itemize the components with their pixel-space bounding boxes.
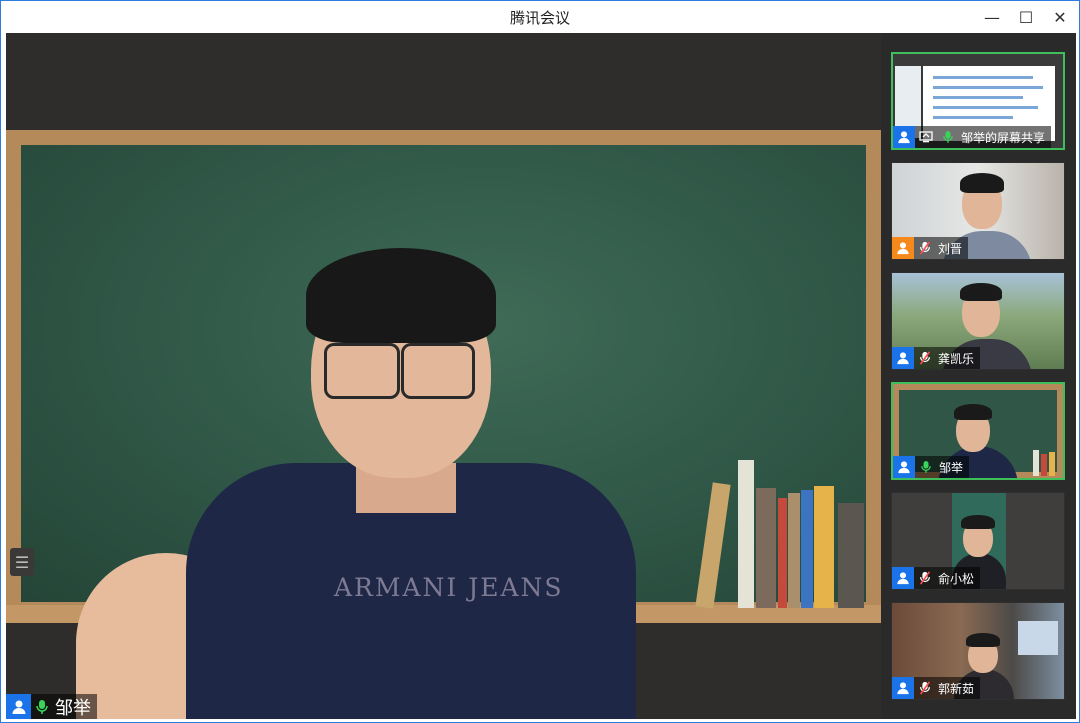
participant-tile-gong-kaile[interactable]: 龚凯乐 bbox=[891, 272, 1065, 370]
person-icon bbox=[892, 677, 914, 699]
screen-share-icon bbox=[915, 125, 937, 148]
mic-muted-icon bbox=[914, 566, 936, 589]
participant-tag: 郭新茹 bbox=[892, 676, 981, 699]
person-icon bbox=[892, 237, 914, 259]
person-icon bbox=[6, 694, 31, 719]
participant-name: 邹举 bbox=[939, 460, 964, 475]
mic-icon bbox=[937, 125, 959, 148]
participant-sidebar: 邹举的屏幕共享 刘晋 龚凯乐 邹举 俞小松 郭新茹 bbox=[881, 33, 1076, 719]
mic-muted-icon bbox=[914, 676, 936, 699]
glasses-right bbox=[401, 343, 475, 399]
main-video[interactable]: ARMANI JEANS ☰ 邹举 bbox=[6, 33, 881, 719]
participant-tag: 邹举的屏幕共享 bbox=[893, 125, 1052, 148]
mic-muted-icon bbox=[914, 236, 936, 259]
participant-tag: 刘晋 bbox=[892, 236, 969, 259]
shirt-text: ARMANI JEANS bbox=[334, 573, 564, 602]
title-bar[interactable]: 腾讯会议 — ☐ ✕ bbox=[1, 1, 1079, 33]
mic-icon bbox=[915, 455, 937, 478]
member-list-toggle-icon[interactable]: ☰ bbox=[10, 548, 34, 576]
participant-tile-screen-share[interactable]: 邹举的屏幕共享 bbox=[891, 52, 1065, 150]
window-title: 腾讯会议 bbox=[509, 9, 570, 27]
meeting-content: ARMANI JEANS ☰ 邹举 邹举的屏幕共享 刘晋 龚凯乐 邹举 俞小松 … bbox=[6, 33, 1076, 719]
maximize-button[interactable]: ☐ bbox=[1011, 5, 1041, 29]
mic-muted-icon bbox=[914, 346, 936, 369]
participant-name: 龚凯乐 bbox=[938, 351, 975, 366]
participant-name: 俞小松 bbox=[938, 571, 975, 586]
person-icon bbox=[893, 456, 915, 478]
participant-tile-guo-xinru[interactable]: 郭新茹 bbox=[891, 602, 1065, 700]
bookshelf bbox=[695, 458, 866, 609]
participant-tile-yu-xiaosong[interactable]: 俞小松 bbox=[891, 492, 1065, 590]
glasses-left bbox=[324, 343, 400, 399]
person-icon bbox=[892, 347, 914, 369]
person-icon bbox=[892, 567, 914, 589]
mic-icon bbox=[31, 695, 53, 719]
close-button[interactable]: ✕ bbox=[1045, 5, 1075, 29]
main-speaker-name: 邹举 bbox=[55, 697, 91, 719]
speaker-hair bbox=[306, 248, 496, 343]
participant-tag: 俞小松 bbox=[892, 566, 981, 589]
participant-name: 刘晋 bbox=[938, 241, 963, 256]
participant-name: 邹举的屏幕共享 bbox=[961, 130, 1046, 145]
participant-tag: 龚凯乐 bbox=[892, 346, 981, 369]
participant-tile-zou-ju[interactable]: 邹举 bbox=[891, 382, 1065, 480]
participant-tile-liu-jin[interactable]: 刘晋 bbox=[891, 162, 1065, 260]
participant-name: 郭新茹 bbox=[938, 681, 975, 696]
meeting-window: 腾讯会议 — ☐ ✕ ARMANI JEANS ☰ 邹举 邹举的屏幕共享 刘晋 … bbox=[0, 0, 1080, 723]
minimize-button[interactable]: — bbox=[977, 5, 1007, 29]
participant-tag: 邹举 bbox=[893, 455, 970, 478]
main-speaker-tag: 邹举 bbox=[6, 694, 97, 719]
person-icon bbox=[893, 126, 915, 148]
